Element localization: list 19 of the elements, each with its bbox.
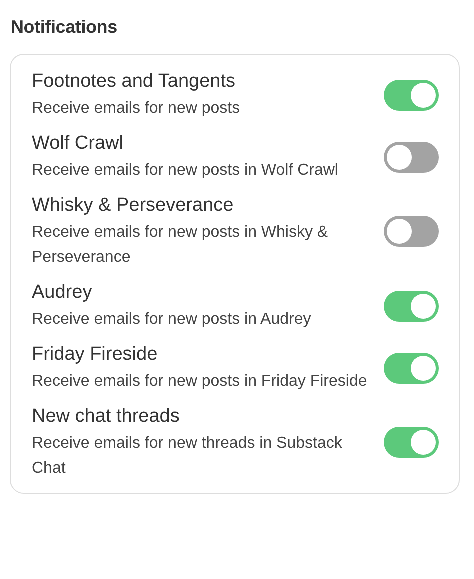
section-heading: Notifications — [11, 16, 118, 39]
toggle-switch[interactable] — [384, 216, 439, 247]
toggle-switch[interactable] — [384, 352, 439, 384]
notification-title: Audrey — [32, 281, 94, 305]
notification-description: Receive emails for new posts in Audrey — [32, 310, 312, 330]
toggle-switch[interactable] — [384, 290, 439, 322]
toggle-switch[interactable] — [384, 142, 439, 172]
notification-title: Whisky & Perseverance — [32, 194, 235, 218]
notification-title: Wolf Crawl — [32, 132, 124, 156]
notification-description: Receive emails for new posts — [32, 99, 242, 119]
notification-description: Receive emails for new posts in Friday Fireside — [32, 372, 368, 392]
notification-description: Receive emails for new posts in Whisky & Perseverance — [32, 223, 330, 268]
notification-title: New chat threads — [32, 405, 181, 429]
notification-title: Footnotes and Tangents — [32, 70, 237, 94]
toggle-switch[interactable] — [384, 80, 439, 110]
toggle-switch[interactable] — [384, 427, 439, 458]
notification-description: Receive emails for new posts in Wolf Crawl — [32, 161, 340, 181]
notification-description: Receive emails for new threads in Substack Chat — [32, 434, 344, 479]
notification-title: Friday Fireside — [32, 343, 159, 367]
